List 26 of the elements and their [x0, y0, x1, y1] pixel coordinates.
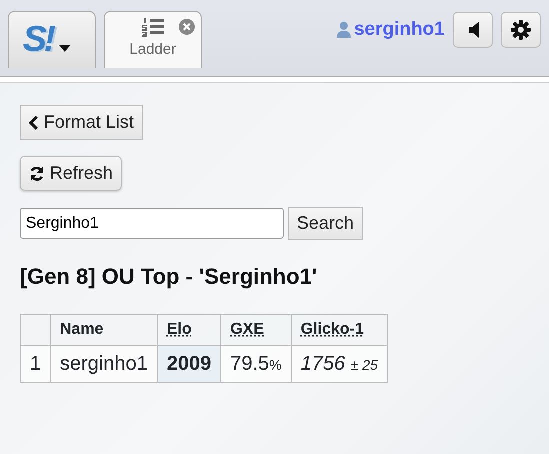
elo-cell: 2009: [157, 346, 221, 383]
settings-icon: [511, 20, 531, 40]
column-header[interactable]: Elo: [157, 314, 221, 346]
chevron-left-icon: [29, 116, 39, 130]
logo-text: S!: [23, 18, 53, 60]
tab-label: Ladder: [130, 40, 176, 60]
format-list-button[interactable]: Format List: [20, 105, 144, 140]
rank-cell: 1: [20, 346, 51, 383]
name-cell: serginho1: [50, 346, 158, 383]
refresh-icon: [29, 166, 45, 182]
ladder-tab[interactable]: Ladder: [104, 11, 202, 68]
column-header: Name: [50, 314, 158, 346]
search-button[interactable]: Search: [288, 207, 364, 240]
refresh-button[interactable]: Refresh: [20, 156, 122, 191]
glicko-cell: 1756 ± 25: [291, 346, 388, 383]
ladder-title: [Gen 8] OU Top - 'Serginho1': [20, 264, 318, 290]
gxe-cell: 79.5%: [220, 346, 292, 383]
settings-button[interactable]: [501, 12, 541, 48]
column-header[interactable]: Glicko-1: [291, 314, 388, 346]
column-header[interactable]: GXE: [220, 314, 292, 346]
username-link[interactable]: serginho1: [354, 16, 445, 44]
sound-button[interactable]: [453, 12, 493, 48]
caret-icon: [59, 45, 71, 52]
speaker-icon: [468, 22, 478, 38]
numbered-list-icon: [142, 16, 164, 38]
search-field[interactable]: Serginho1: [20, 208, 284, 239]
